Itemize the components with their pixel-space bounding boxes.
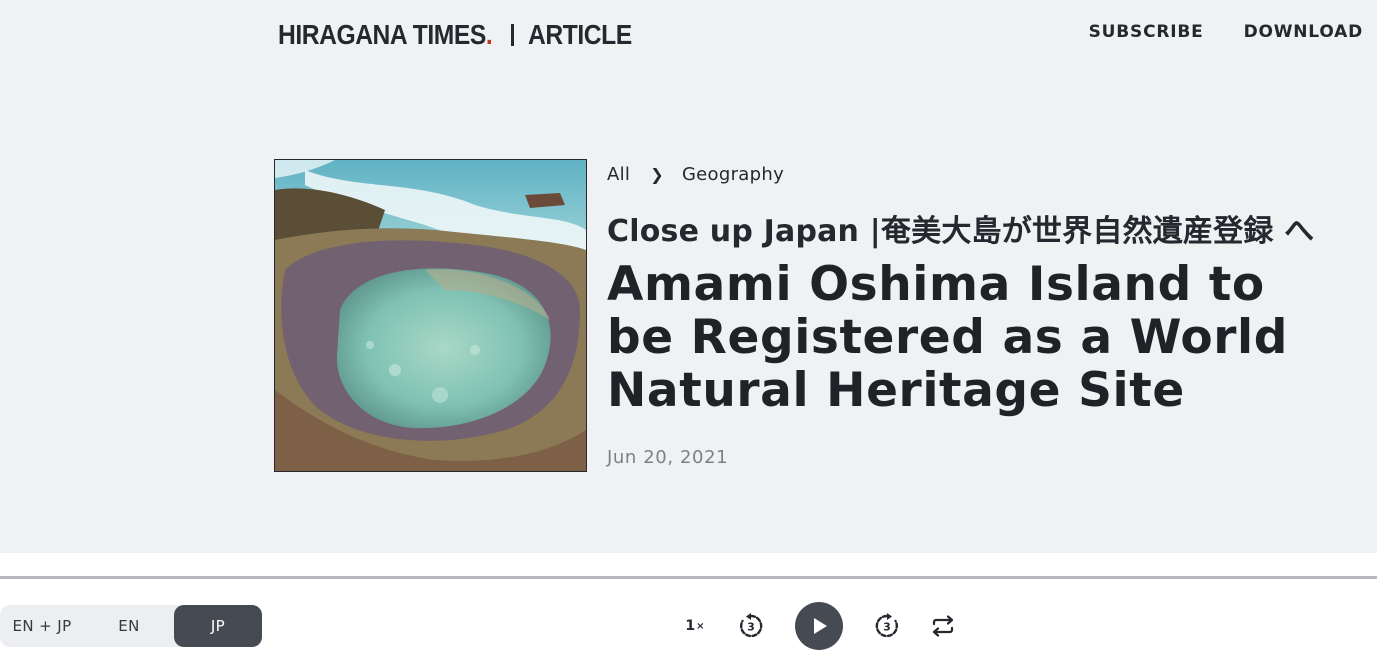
- series-title: Close up Japan |奄美大島が世界自然遺産登録 へ: [607, 214, 1315, 249]
- article-image: [274, 159, 587, 472]
- chevron-right-icon: ❯: [650, 165, 664, 184]
- loop-icon: [932, 615, 954, 637]
- player-controls: 1 × 3 3: [0, 602, 1377, 650]
- article-hero-area: HIRAGANA TIMES. ARTICLE SUBSCRIBE DOWNLO…: [0, 0, 1377, 553]
- forward-3-icon: 3: [875, 613, 899, 638]
- download-link[interactable]: DOWNLOAD: [1244, 22, 1363, 42]
- tide-pool-photo-icon: [275, 160, 586, 471]
- top-nav: SUBSCRIBE DOWNLOAD: [1089, 22, 1363, 42]
- speed-button[interactable]: 1 ×: [680, 614, 710, 638]
- loop-button[interactable]: [929, 612, 957, 640]
- brand-dot: .: [485, 19, 493, 50]
- subscribe-link[interactable]: SUBSCRIBE: [1089, 22, 1204, 42]
- play-button[interactable]: [795, 602, 843, 650]
- play-icon: [814, 618, 827, 634]
- site-brand[interactable]: HIRAGANA TIMES. ARTICLE: [278, 17, 646, 53]
- forward-3-button[interactable]: 3: [873, 612, 901, 640]
- brand-name: HIRAGANA TIMES.: [278, 19, 493, 50]
- breadcrumb-all[interactable]: All: [607, 164, 630, 185]
- audio-progress-bar[interactable]: [0, 576, 1377, 579]
- breadcrumb: All ❯ Geography: [607, 164, 784, 185]
- rewind-3-button[interactable]: 3: [737, 612, 765, 640]
- article-title: Amami Oshima Island to be Registered as …: [607, 257, 1289, 418]
- speed-suffix: ×: [696, 620, 705, 632]
- rewind-3-icon: 3: [739, 613, 763, 638]
- brand-separator: [511, 24, 515, 46]
- brand-section-label: ARTICLE: [528, 19, 633, 50]
- breadcrumb-geography[interactable]: Geography: [682, 164, 784, 185]
- svg-text:3: 3: [883, 621, 891, 634]
- article-date: Jun 20, 2021: [607, 447, 729, 468]
- svg-text:3: 3: [747, 621, 755, 634]
- speed-value: 1: [685, 618, 696, 634]
